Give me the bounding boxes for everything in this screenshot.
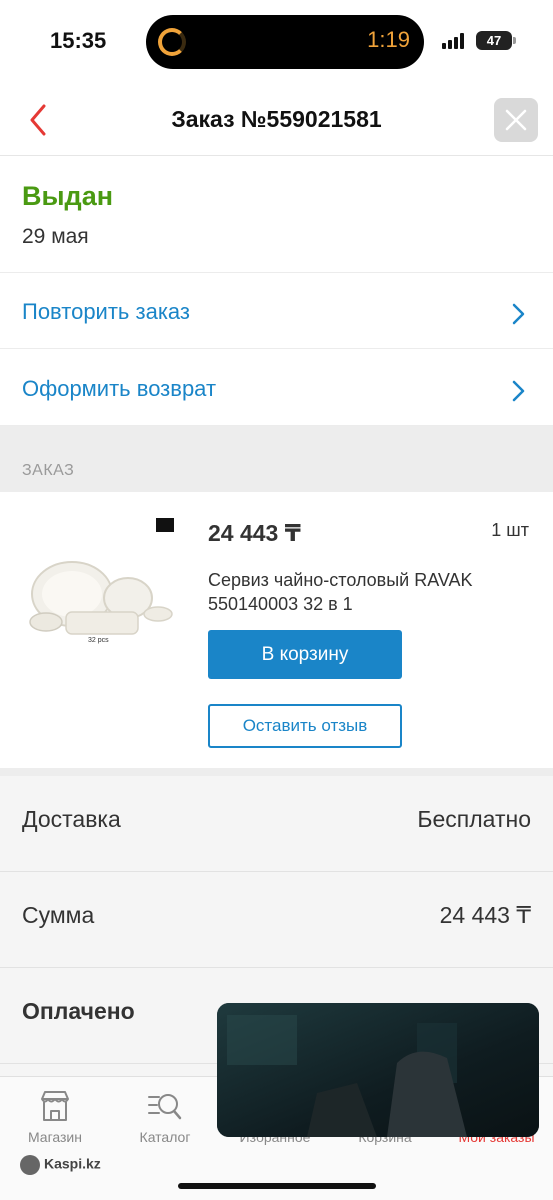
kaspi-logo-icon — [20, 1155, 40, 1175]
repeat-order-label: Повторить заказ — [22, 299, 190, 324]
tab-label: Каталог — [139, 1129, 191, 1145]
product-price: 24 443 ₸ — [208, 520, 301, 546]
product-quantity: 1 шт — [491, 520, 529, 540]
summary-value: Бесплатно — [417, 806, 531, 832]
brand-logo: Kaspi.kz — [20, 1155, 101, 1175]
order-status: Выдан 29 мая — [0, 157, 553, 273]
repeat-order-button[interactable]: Повторить заказ — [0, 273, 553, 349]
close-icon[interactable] — [494, 98, 538, 142]
home-indicator[interactable] — [178, 1183, 376, 1189]
page-title: Заказ №559021581 — [171, 106, 382, 132]
status-date: 29 мая — [22, 225, 89, 248]
summary-row-total: Сумма 24 443 ₸ — [0, 872, 553, 968]
status-badge: Выдан — [22, 181, 114, 211]
summary-row-delivery: Доставка Бесплатно — [0, 776, 553, 872]
section-label: ЗАКАЗ — [22, 462, 75, 479]
brand-label: Kaspi.kz — [44, 1155, 101, 1172]
summary-label: Доставка — [22, 806, 121, 832]
island-timer: 1:19 — [367, 27, 410, 52]
catalog-search-icon — [148, 1094, 182, 1120]
chevron-right-icon — [512, 380, 525, 402]
chevron-right-icon — [512, 303, 525, 325]
order-section-header: ЗАКАЗ — [0, 426, 553, 492]
leave-review-button[interactable]: Оставить отзыв — [208, 704, 402, 748]
status-bar: 15:35 1:19 47 — [0, 0, 553, 82]
summary-value: 24 443 ₸ — [439, 902, 531, 928]
battery-icon: 47 — [476, 31, 512, 50]
signal-icon — [442, 33, 468, 49]
summary-label: Сумма — [22, 902, 95, 928]
return-order-label: Оформить возврат — [22, 376, 217, 401]
add-to-cart-button[interactable]: В корзину — [208, 630, 402, 679]
tab-catalog[interactable]: Каталог — [110, 1077, 220, 1157]
dynamic-island[interactable]: 1:19 — [146, 15, 424, 69]
battery-tip — [513, 37, 516, 44]
product-card: 32 pcs 24 443 ₸ 1 шт Сервиз чайно-столов… — [0, 492, 553, 768]
video-frame — [217, 1003, 539, 1137]
product-name[interactable]: Сервиз чайно-столовый RAVAK 550140003 32… — [208, 568, 528, 616]
summary-label: Оплачено — [22, 998, 135, 1024]
return-order-button[interactable]: Оформить возврат — [0, 350, 553, 426]
header: Заказ №559021581 — [0, 82, 553, 156]
divider — [0, 768, 553, 776]
store-icon — [41, 1091, 69, 1121]
tab-store[interactable]: Магазин — [0, 1077, 110, 1157]
image-caption: 32 pcs — [88, 637, 109, 644]
status-time: 15:35 — [50, 28, 107, 53]
timer-ring-icon — [158, 28, 186, 56]
tab-label: Магазин — [27, 1129, 82, 1145]
product-image[interactable]: 32 pcs — [24, 514, 184, 644]
pip-video-player[interactable] — [217, 1003, 539, 1137]
